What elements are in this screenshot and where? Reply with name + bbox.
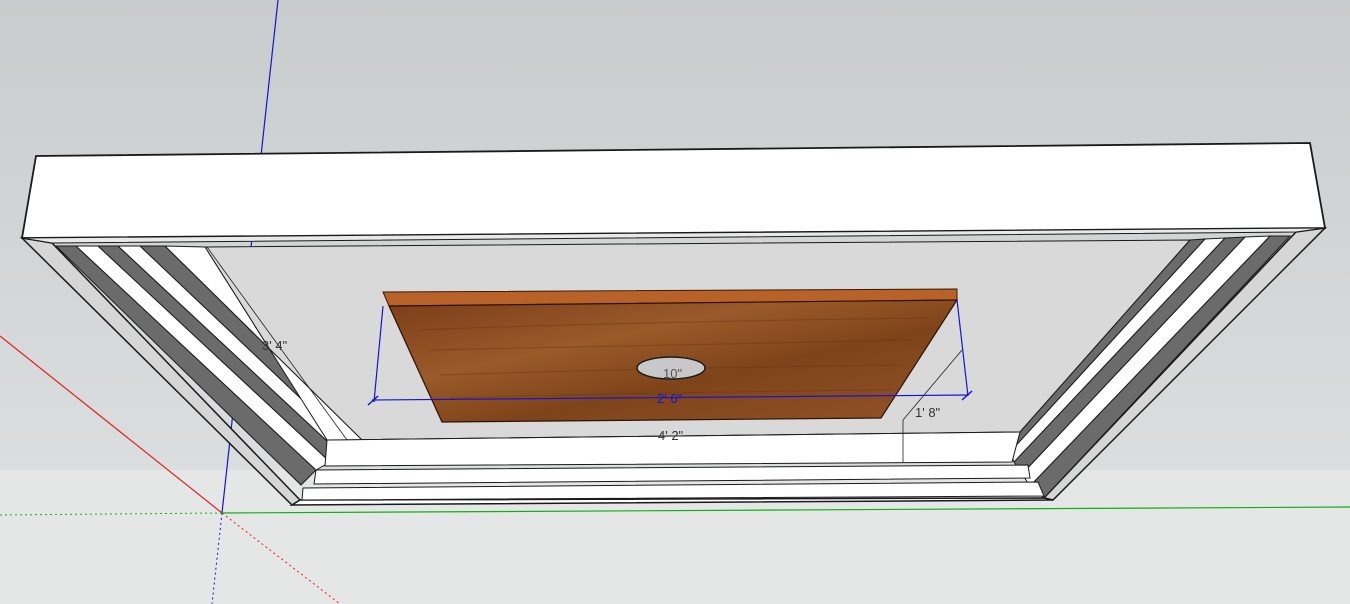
board-offset-dimension-label: 1' 8": [915, 405, 941, 420]
frame-top-beam[interactable]: [20, 142, 1327, 239]
hole-dimension-label: 10": [663, 366, 682, 381]
board-width-dimension-label: 2' 6": [657, 391, 683, 406]
width-dimension-label: 4' 2": [658, 428, 684, 443]
model-canvas[interactable]: 10" 3' 4" 4' 2" 2' 6" 1' 8": [0, 0, 1350, 604]
height-dimension-label: 3' 4": [262, 338, 288, 353]
sketchup-viewport[interactable]: 10" 3' 4" 4' 2" 2' 6" 1' 8": [0, 0, 1350, 604]
